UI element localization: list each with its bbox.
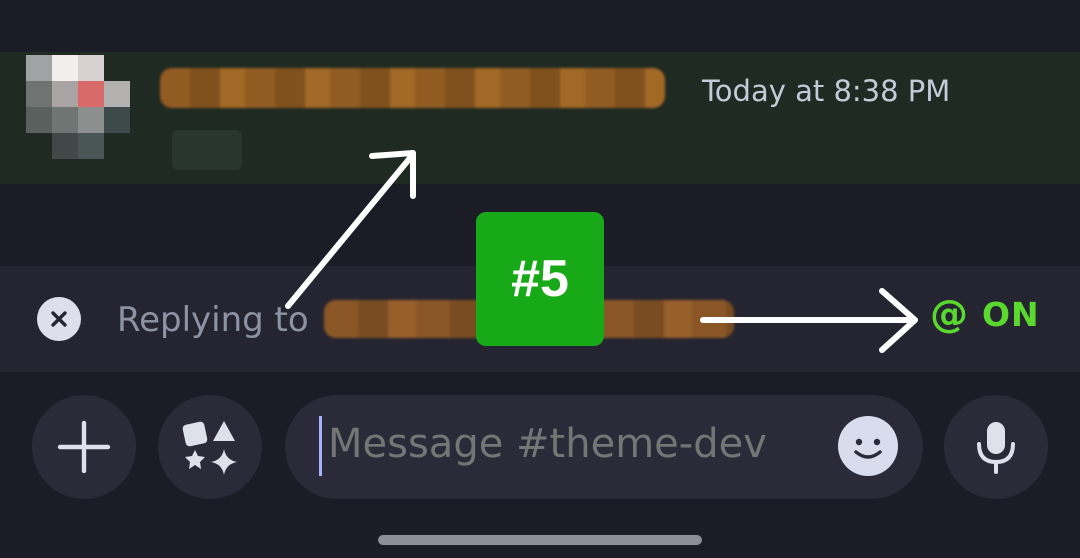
chat-screen: Today at 8:38 PM Replying to @ ON #5 <box>0 0 1080 558</box>
apps-icon <box>182 421 237 475</box>
author-name-redacted <box>160 68 665 108</box>
text-caret <box>319 416 322 476</box>
home-indicator[interactable] <box>378 535 702 545</box>
microphone-icon <box>977 422 1015 474</box>
plus-icon <box>57 420 111 474</box>
mention-toggle[interactable]: @ ON <box>930 292 1040 336</box>
emoji-icon <box>854 438 882 459</box>
cancel-reply-button[interactable] <box>37 297 81 341</box>
annotation-badge: #5 <box>476 212 604 346</box>
voice-message-button[interactable] <box>944 395 1048 499</box>
mention-state: ON <box>982 294 1040 334</box>
apps-button[interactable] <box>158 395 262 499</box>
at-icon: @ <box>930 292 968 336</box>
add-button[interactable] <box>32 395 136 499</box>
message-timestamp: Today at 8:38 PM <box>702 74 951 108</box>
close-icon <box>51 311 67 327</box>
emoji-button[interactable] <box>838 416 898 476</box>
replying-to-label: Replying to <box>117 300 309 340</box>
avatar[interactable] <box>26 55 131 175</box>
message-input[interactable] <box>328 421 818 467</box>
message-text-redacted <box>172 130 242 170</box>
